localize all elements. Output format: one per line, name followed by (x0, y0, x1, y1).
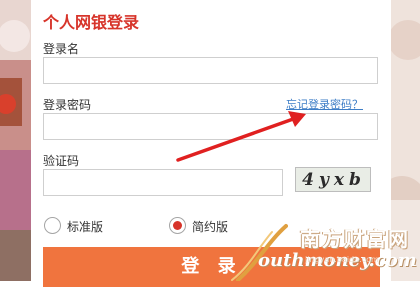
page-title: 个人网银登录 (43, 13, 140, 32)
username-label: 登录名 (43, 42, 80, 56)
radio-simple-version[interactable] (169, 217, 186, 234)
standard-version-label: 标准版 (67, 220, 104, 234)
forgot-password-link[interactable]: 忘记登录密码？ (286, 96, 363, 112)
username-input[interactable] (43, 57, 378, 84)
captcha-label: 验证码 (43, 154, 80, 168)
password-input[interactable] (43, 113, 378, 140)
password-label: 登录密码 (43, 98, 92, 112)
radio-standard-version[interactable] (44, 217, 61, 234)
captcha-image[interactable]: 4yxb (295, 167, 371, 192)
watermark-chinese: 南方财富网 (300, 227, 410, 251)
captcha-text: 4yxb (302, 170, 366, 190)
captcha-input[interactable] (43, 169, 283, 196)
simple-version-label: 简约版 (192, 220, 229, 234)
watermark-small: jingyan.baidu.com (305, 255, 379, 264)
